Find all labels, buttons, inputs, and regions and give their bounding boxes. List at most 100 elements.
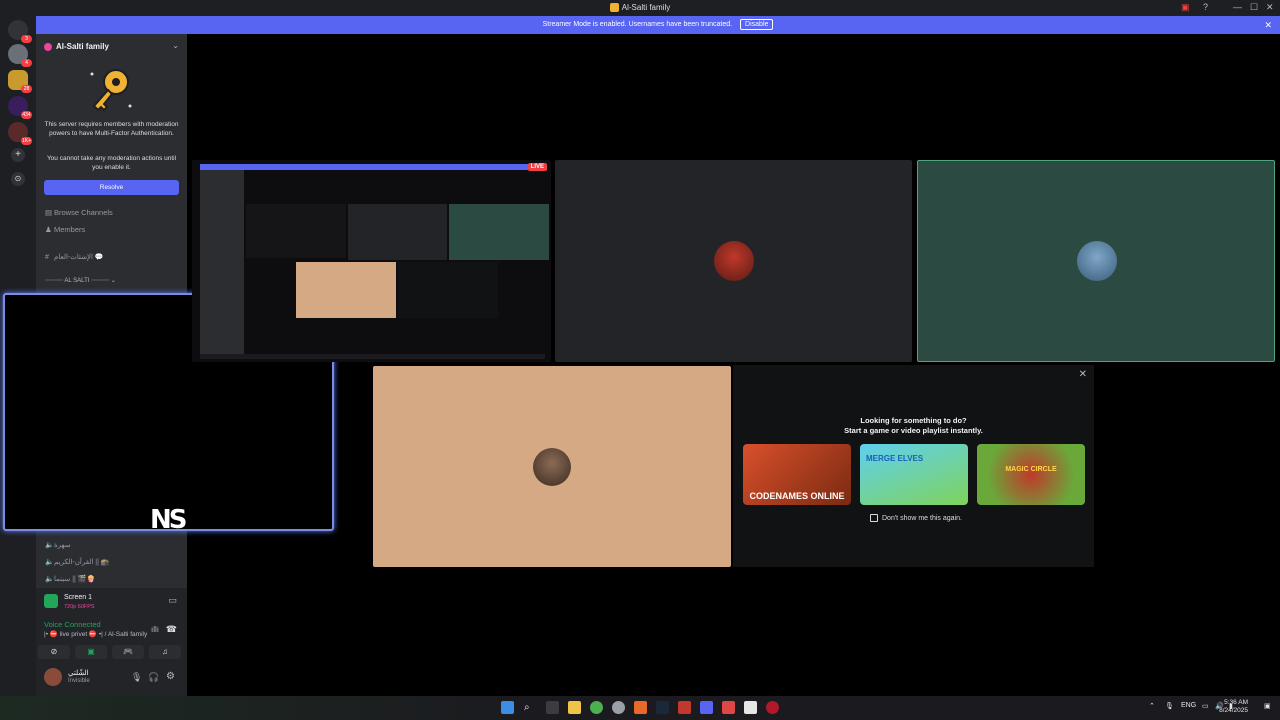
mention-badge: 28 [21,85,32,93]
ns-logo: NS [150,505,188,535]
game-card-merge-elves[interactable]: MERGE ELVES [860,444,968,505]
server-logo-icon [609,3,619,13]
server-icon[interactable]: 4 [8,44,32,67]
settings-gear-icon[interactable]: ⚙ [166,671,175,682]
voice-channel-label: سهرة [54,542,71,549]
help-icon[interactable]: ? [1203,2,1208,12]
task-view-icon[interactable] [546,701,559,714]
discord-home-icon[interactable]: 3 [8,20,32,43]
speaker-icon: 🔈 [45,576,54,583]
server-header[interactable]: Al-Salti family [44,42,109,51]
participant-tile[interactable] [373,366,731,567]
browse-channels-link[interactable]: ▤ Browse Channels [45,208,113,217]
mfa-message: This server requires members with modera… [44,121,179,137]
app-icon[interactable] [722,701,735,714]
minimize-button[interactable]: — [1233,2,1242,12]
voice-channel-item[interactable]: 🔈القرآن-الكريم || 🕋 [45,558,110,566]
noise-suppression-icon[interactable]: ıllı [151,625,159,634]
voice-channel-label: القرآن-الكريم || 🕋 [54,559,110,566]
discover-icon[interactable]: ⊙ [11,172,25,186]
stream-preview-tile [449,204,549,260]
game-card-magic-circle[interactable]: MAGIC CIRCLE [977,444,1085,505]
voice-channel-name[interactable]: |• ⛔ live privet ⛔ •| / Al-Salti family [44,630,147,638]
windows-start-icon[interactable] [501,701,514,714]
chrome-icon[interactable] [590,701,603,714]
chevron-up-icon[interactable]: ⌃ [1149,702,1155,710]
resolve-button[interactable]: Resolve [44,180,179,195]
game-label: MERGE ELVES [866,454,924,463]
add-server-icon[interactable]: + [11,148,25,162]
disable-streamer-mode-button[interactable]: Disable [740,19,774,30]
username: الشّلتي [68,670,89,677]
channel-item[interactable]: # الإشئات-العام 💬 [45,253,104,261]
voice-channel-label: سينما || 🎬🍿 [54,576,96,583]
mention-badge: 4 [21,59,32,67]
browse-icon: ▤ [45,208,53,217]
server-icon[interactable]: 1K+ [8,122,32,145]
maximize-button[interactable]: ☐ [1250,2,1258,13]
mention-badge: 3 [21,35,32,43]
game-card-codenames[interactable]: CODENAMES ONLINE [743,444,851,505]
participant-tile-speaking[interactable] [917,160,1275,362]
voice-locked-icon: 🔈 [45,542,54,549]
members-link[interactable]: ♟ Members [45,225,85,234]
stream-preview-tile [296,262,396,318]
chevron-down-icon[interactable]: ⌄ [172,41,179,50]
mention-badge: 434 [21,111,32,119]
streamer-mode-banner: Streamer Mode is enabled. Usernames have… [36,16,1280,34]
file-explorer-icon[interactable] [568,701,581,714]
voice-channel-item[interactable]: 🔈سينما || 🎬🍿 [45,575,95,583]
search-icon[interactable]: ⌕ [524,701,537,714]
user-status: Invisible [68,678,90,684]
close-window-button[interactable]: ✕ [1266,2,1274,13]
window-title-text: Al-Salti family [621,3,671,12]
steam-icon[interactable] [656,701,669,714]
close-activity-button[interactable]: ✕ [1079,369,1087,380]
mention-badge: 1K+ [20,137,32,145]
avatar [533,448,571,486]
stream-preview-tile [246,204,346,258]
app-icon[interactable] [744,701,757,714]
app-icon[interactable] [678,701,691,714]
avatar[interactable] [44,668,62,686]
notifications-icon[interactable]: ▣ [1264,702,1271,710]
window-title: Al-Salti family [0,3,1280,13]
app-icon[interactable] [634,701,647,714]
headphones-icon[interactable]: 🎧 [148,672,159,683]
soundboard-button[interactable]: ♫ [149,645,181,659]
server-name: Al-Salti family [56,42,109,51]
windows-taskbar: ⌕ ⌃ 🎙 ENG ▭ 🔊 ▮ 5:36 AM 8/24/2025 ▣ [0,696,1280,720]
clock-date: 8/24/2025 [1219,707,1248,714]
language-indicator[interactable]: ENG [1181,702,1196,709]
clock[interactable]: 5:36 AM 8/24/2025 [1219,699,1248,715]
members-label: Members [54,225,86,234]
microphone-tray-icon[interactable]: 🎙 [1165,702,1174,710]
clock-time: 5:36 AM [1224,699,1248,706]
close-banner-button[interactable]: ✕ [1264,16,1272,34]
discord-icon[interactable] [700,701,713,714]
participant-tile[interactable] [555,160,912,362]
voice-status: Voice Connected [44,620,101,629]
app-icon[interactable] [612,701,625,714]
camera-button[interactable]: ⊘ [38,645,70,659]
server-icon-al-salti[interactable]: 28 [8,70,32,93]
disconnect-icon[interactable]: ☎ [166,624,177,635]
activity-title: Looking for something to do? [860,416,967,425]
activity-suggestions-panel: ✕ Looking for something to do? Start a g… [733,365,1094,567]
channel-label: الإشئات-العام 💬 [54,254,104,261]
stop-stream-icon[interactable]: ▭ [168,595,177,606]
inbox-icon[interactable]: ▣ [1181,2,1190,13]
network-icon[interactable]: ▭ [1202,702,1209,710]
dont-show-again-checkbox[interactable]: Don't show me this again. [870,514,962,522]
app-icon[interactable] [766,701,779,714]
checkbox-icon[interactable] [870,514,878,522]
server-avatar-icon [44,42,52,51]
voice-channel-item[interactable]: 🔈سهرة [45,541,71,549]
avatar [714,241,754,281]
channel-category[interactable]: ┈┈┈┈┈ AL SALTI ┈┈┈┈┈ ⌄ [45,277,116,284]
activities-button[interactable]: 🎮 [112,645,144,659]
share-screen-button[interactable]: ▣ [75,645,107,659]
microphone-icon[interactable]: 🎙 [131,672,142,683]
server-icon[interactable]: 434 [8,96,32,119]
stream-tile[interactable]: LIVE [192,160,551,362]
